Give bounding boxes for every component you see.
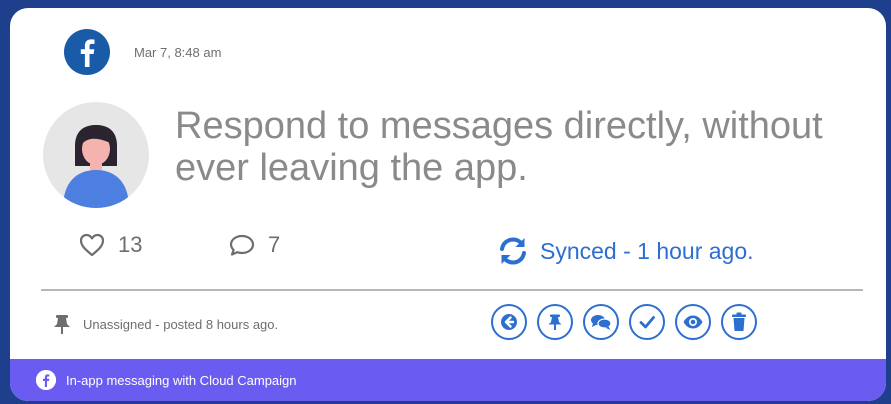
post-card: Mar 7, 8:48 am Respond to messages direc… — [10, 8, 886, 401]
heart-icon — [79, 233, 105, 257]
post-message: Respond to messages directly, without ev… — [175, 105, 823, 189]
action-toolbar — [491, 304, 757, 340]
pin-button[interactable] — [537, 304, 573, 340]
comments-stat[interactable]: 7 — [228, 232, 280, 258]
comments-count: 7 — [268, 232, 281, 257]
check-icon — [639, 316, 655, 329]
assignment-info: Unassigned - posted 8 hours ago. — [51, 313, 278, 335]
assignment-text: Unassigned - posted 8 hours ago. — [83, 316, 279, 332]
delete-icon — [732, 312, 746, 331]
facebook-icon — [36, 370, 56, 390]
chat-button[interactable] — [583, 304, 619, 340]
reply-button[interactable] — [491, 304, 527, 340]
view-icon — [683, 315, 703, 329]
post-timestamp: Mar 7, 8:48 am — [134, 45, 222, 60]
view-button[interactable] — [675, 304, 711, 340]
sync-status: Synced - 1 hour ago. — [496, 235, 754, 267]
footer-banner: In-app messaging with Cloud Campaign — [10, 359, 886, 401]
delete-button[interactable] — [721, 304, 757, 340]
chat-icon — [591, 315, 612, 330]
facebook-icon — [64, 29, 110, 75]
likes-count: 13 — [118, 232, 143, 257]
sync-icon — [500, 237, 526, 265]
pin-icon — [548, 314, 562, 330]
user-avatar — [43, 102, 149, 208]
reply-icon — [501, 314, 517, 330]
likes-stat[interactable]: 13 — [78, 232, 142, 258]
approve-button[interactable] — [629, 304, 665, 340]
comment-icon — [229, 234, 255, 256]
pin-icon — [54, 315, 70, 334]
footer-text: In-app messaging with Cloud Campaign — [66, 372, 297, 388]
sync-status-text: Synced - 1 hour ago. — [540, 237, 754, 264]
divider — [41, 289, 863, 291]
